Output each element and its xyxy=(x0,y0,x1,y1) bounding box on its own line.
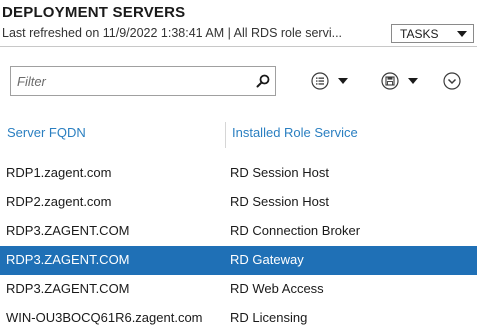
page-title: DEPLOYMENT SERVERS xyxy=(2,4,186,21)
chevron-down-icon xyxy=(338,78,348,84)
chevron-down-icon xyxy=(457,31,467,37)
role-service-cell: RD Gateway xyxy=(230,252,304,267)
role-service-cell: RD Licensing xyxy=(230,310,308,325)
save-query-button[interactable] xyxy=(381,70,418,92)
list-options-icon xyxy=(311,72,329,90)
server-fqdn-cell: WIN-OU3BOCQ61R6.zagent.com xyxy=(6,310,203,325)
column-header-server-fqdn[interactable]: Server FQDN xyxy=(7,125,86,140)
expand-collapse-button[interactable] xyxy=(443,70,461,92)
expand-chevron-icon xyxy=(443,72,461,90)
table-row[interactable]: RDP1.zagent.com RD Session Host xyxy=(0,159,477,188)
tasks-button-label: TASKS xyxy=(400,26,439,41)
table-row[interactable]: RDP3.ZAGENT.COM RD Web Access xyxy=(0,275,477,304)
role-service-cell: RD Session Host xyxy=(230,165,329,180)
server-table-body: RDP1.zagent.com RD Session Host RDP2.zag… xyxy=(0,159,477,332)
server-fqdn-cell: RDP1.zagent.com xyxy=(6,165,112,180)
tasks-button[interactable]: TASKS xyxy=(391,24,474,43)
filter-input[interactable] xyxy=(17,72,247,90)
last-refreshed-status: Last refreshed on 11/9/2022 1:38:41 AM |… xyxy=(2,26,343,40)
server-fqdn-cell: RDP3.ZAGENT.COM xyxy=(6,252,130,267)
table-row-selected[interactable]: RDP3.ZAGENT.COM RD Gateway xyxy=(0,246,477,275)
column-divider[interactable] xyxy=(225,122,226,148)
table-row[interactable]: RDP3.ZAGENT.COM RD Connection Broker xyxy=(0,217,477,246)
role-service-cell: RD Web Access xyxy=(230,281,324,296)
server-fqdn-cell: RDP3.ZAGENT.COM xyxy=(6,281,130,296)
filter-box[interactable] xyxy=(10,66,276,96)
chevron-down-icon xyxy=(408,78,418,84)
role-service-cell: RD Session Host xyxy=(230,194,329,209)
table-header: Server FQDN Installed Role Service xyxy=(0,122,477,148)
column-header-installed-role-service[interactable]: Installed Role Service xyxy=(232,125,358,140)
table-row[interactable]: WIN-OU3BOCQ61R6.zagent.com RD Licensing xyxy=(0,304,477,332)
save-query-icon xyxy=(381,72,399,90)
server-fqdn-cell: RDP3.ZAGENT.COM xyxy=(6,223,130,238)
table-row[interactable]: RDP2.zagent.com RD Session Host xyxy=(0,188,477,217)
list-options-button[interactable] xyxy=(311,70,348,92)
search-icon[interactable] xyxy=(255,73,271,89)
server-fqdn-cell: RDP2.zagent.com xyxy=(6,194,112,209)
deployment-servers-panel: DEPLOYMENT SERVERS Last refreshed on 11/… xyxy=(0,0,477,332)
role-service-cell: RD Connection Broker xyxy=(230,223,361,238)
